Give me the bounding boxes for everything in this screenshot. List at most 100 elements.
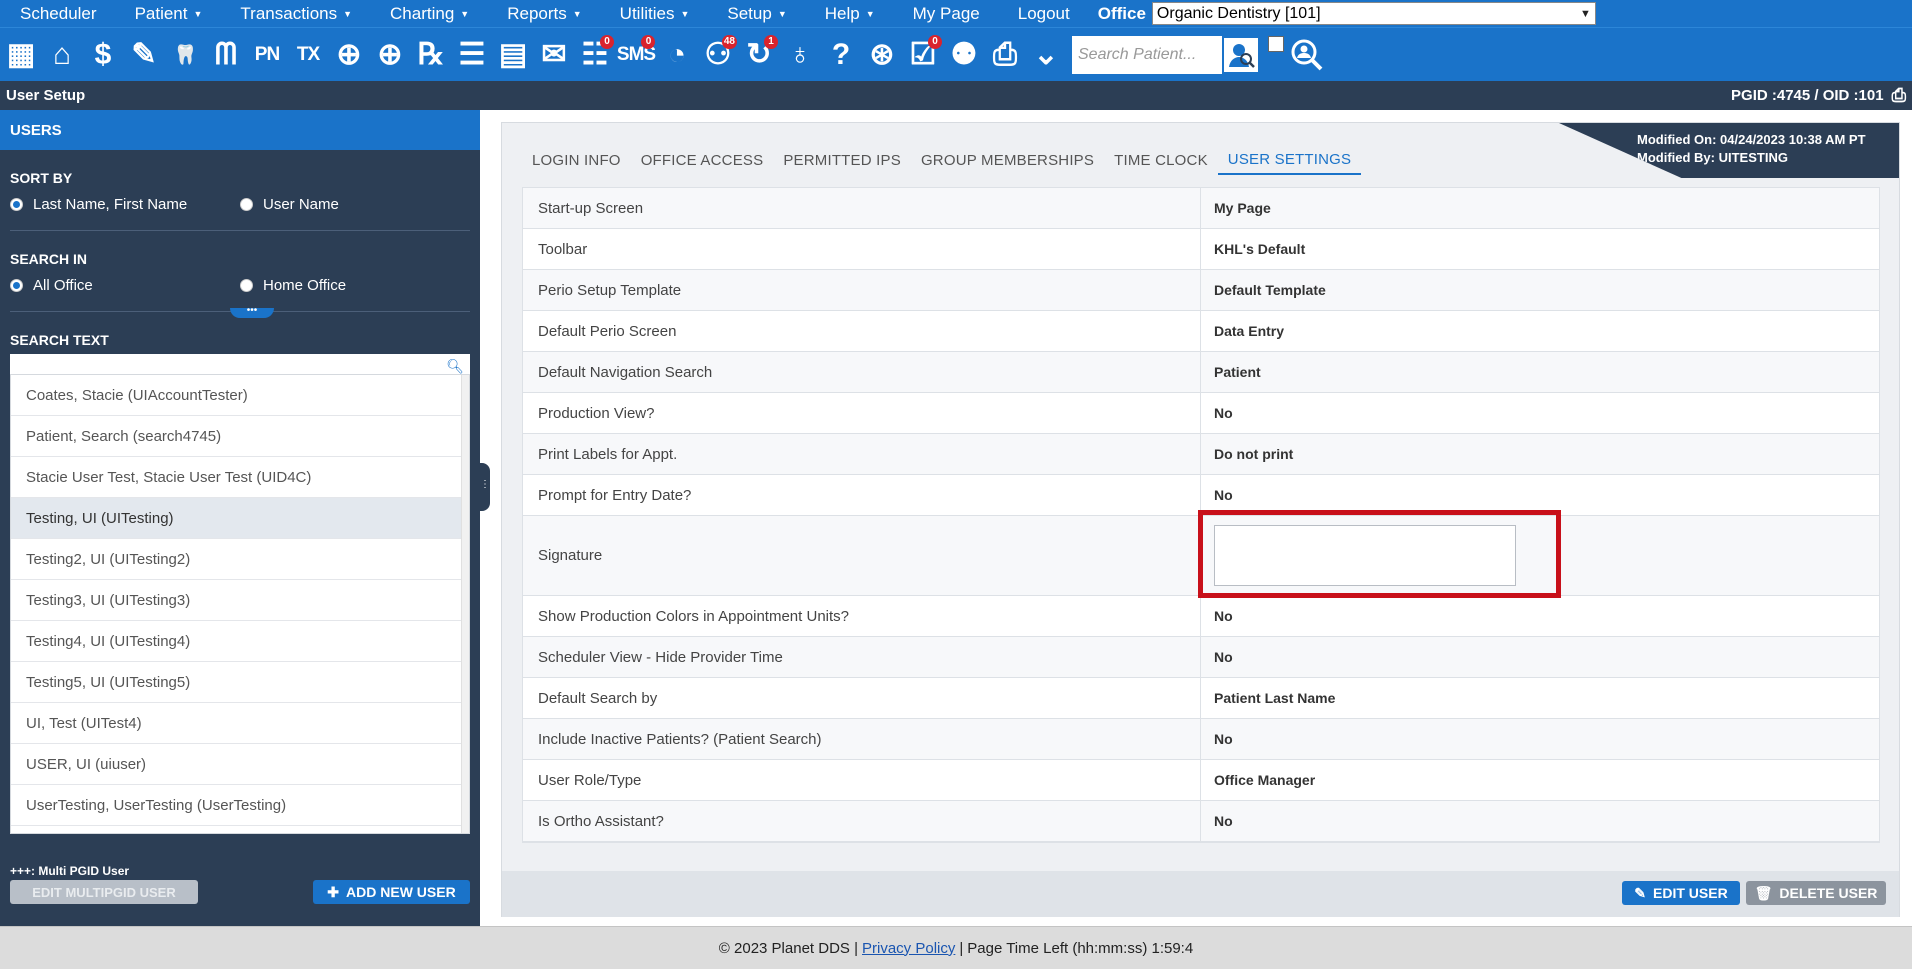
tab-group-memberships[interactable]: GROUP MEMBERSHIPS: [911, 145, 1104, 175]
user-list-item[interactable]: USER, UI (uiuser): [11, 744, 461, 785]
globe-icon[interactable]: ⊛: [863, 34, 901, 76]
tab-permitted-ips[interactable]: PERMITTED IPS: [773, 145, 911, 175]
checklist-icon[interactable]: ☑ 0: [904, 34, 942, 76]
menu-patient[interactable]: Patient ▼: [115, 4, 221, 24]
menu-setup[interactable]: Setup ▼: [707, 4, 804, 24]
search-icon[interactable]: 🔍︎: [446, 358, 464, 375]
print-icon[interactable]: ⎙: [1892, 85, 1906, 106]
toolbar-checkbox[interactable]: [1268, 36, 1284, 52]
group-icon[interactable]: ⚉: [945, 34, 983, 76]
menu-charting[interactable]: Charting ▼: [370, 4, 487, 24]
sort-option-last-name-first-name[interactable]: Last Name, First Name: [10, 196, 240, 213]
user-list-item[interactable]: UserTesting, UserTesting (UserTesting): [11, 785, 461, 826]
tooth-icon[interactable]: ♁: [781, 34, 819, 76]
user-list-item[interactable]: Testing4, UI (UITesting4): [11, 621, 461, 662]
privacy-policy-link[interactable]: Privacy Policy: [862, 940, 955, 957]
users-header: USERS: [0, 110, 480, 150]
search-patient-placeholder: Search Patient...: [1078, 45, 1197, 63]
chat-icon[interactable]: ☷ 0: [576, 34, 614, 76]
tx-icon[interactable]: TX: [289, 34, 327, 76]
menu-label: Patient: [134, 3, 188, 23]
setting-value: Office Manager: [1214, 772, 1316, 788]
sms-icon[interactable]: SMS 0: [617, 34, 656, 76]
menu-my-page[interactable]: My Page: [893, 4, 998, 24]
printer-icon[interactable]: ⎙: [986, 34, 1024, 76]
radio-button[interactable]: [240, 197, 253, 211]
setting-value: Default Template: [1214, 282, 1326, 298]
header-band: User Setup PGID :4745 / OID :101 ⎙: [0, 81, 1912, 110]
dollar-icon[interactable]: $: [84, 34, 122, 76]
tab-office-access[interactable]: OFFICE ACCESS: [631, 145, 774, 175]
search-patient-input[interactable]: Search Patient...: [1072, 35, 1222, 74]
setting-value: [1201, 516, 1879, 595]
user-list-item[interactable]: Testing5, UI (UITesting5): [11, 662, 461, 703]
search-in-option-home-office[interactable]: Home Office: [240, 277, 470, 294]
edit-multipgid-user-button[interactable]: EDIT MULTIPGID USER: [10, 880, 198, 904]
menu-transactions[interactable]: Transactions ▼: [220, 4, 370, 24]
sync-icon[interactable]: ↻ 1: [740, 34, 778, 76]
menu-logout[interactable]: Logout: [998, 4, 1088, 24]
collapse-handle[interactable]: •••: [230, 306, 274, 318]
radio-button[interactable]: [10, 197, 23, 211]
patient-search-icon[interactable]: [1222, 35, 1260, 74]
edit-user-button[interactable]: ✎ EDIT USER: [1622, 881, 1740, 905]
home-icon[interactable]: ⌂: [43, 34, 81, 76]
splitter-grip[interactable]: ⋮: [480, 463, 490, 511]
setting-value: No: [1214, 649, 1233, 665]
user-list-scrollbar[interactable]: [461, 375, 469, 833]
user-list-item[interactable]: Testing, UI (UITesting): [11, 498, 461, 539]
setting-label: Is Ortho Assistant?: [523, 801, 1201, 841]
user-list-item[interactable]: UI, Test (UITest4): [11, 703, 461, 744]
tab-user-settings[interactable]: USER SETTINGS: [1217, 145, 1362, 175]
menu-label: Utilities: [619, 3, 675, 23]
radio-button[interactable]: [10, 278, 23, 292]
rx-icon[interactable]: ℞: [412, 34, 450, 76]
advanced-search-icon[interactable]: [1288, 34, 1326, 76]
top-menu-bar: Scheduler Patient ▼ Transactions ▼ Charting ▼ R…: [0, 0, 1912, 27]
office-select[interactable]: Organic Dentistry [101] ▼: [1151, 2, 1596, 25]
setting-row-start-up-screen: Start-up Screen My Page: [523, 188, 1879, 229]
setting-label: Toolbar: [523, 229, 1201, 269]
calendar-icon[interactable]: ▦: [2, 34, 40, 76]
add-family-icon[interactable]: ⊕: [371, 34, 409, 76]
user-list-item[interactable]: Testing3, UI (UITesting3): [11, 580, 461, 621]
pn-icon[interactable]: PN: [248, 34, 286, 76]
pencil-icon[interactable]: ✎: [125, 34, 163, 76]
notes-icon[interactable]: ☰: [453, 34, 491, 76]
search-in-option-all-office[interactable]: All Office: [10, 277, 240, 294]
expand-icon[interactable]: ⌄: [1027, 34, 1065, 76]
user-list-item[interactable]: Stacie User Test, Stacie User Test (UID4…: [11, 457, 461, 498]
setting-row-is-ortho-assistant: Is Ortho Assistant? No: [523, 801, 1879, 842]
menu-scheduler[interactable]: Scheduler: [0, 4, 115, 24]
menu-reports[interactable]: Reports ▼: [487, 4, 599, 24]
user-list: Coates, Stacie (UIAccountTester) Patient,…: [10, 374, 470, 834]
document-icon[interactable]: ▤: [494, 34, 532, 76]
mail-icon[interactable]: ✉: [535, 34, 573, 76]
help-tooth-icon[interactable]: ?: [822, 34, 860, 76]
tab-time-clock[interactable]: TIME CLOCK: [1104, 145, 1218, 175]
user-list-item[interactable]: Patient, Search (search4745): [11, 416, 461, 457]
recall-icon[interactable]: ⚇ 48: [699, 34, 737, 76]
tab-login-info[interactable]: LOGIN INFO: [522, 145, 631, 175]
setting-row-default-perio-screen: Default Perio Screen Data Entry: [523, 311, 1879, 352]
delete-user-button[interactable]: 🗑︎ DELETE USER: [1746, 881, 1886, 905]
user-list-item[interactable]: Coates, Stacie (UIAccountTester): [11, 375, 461, 416]
setting-label: Default Search by: [523, 678, 1201, 718]
tooth-chart-icon[interactable]: 🦷: [166, 34, 204, 76]
user-list-item[interactable]: Testing2, UI (UITesting2): [11, 539, 461, 580]
pencil-icon: ✎: [1634, 884, 1647, 901]
signature-box[interactable]: [1214, 525, 1516, 586]
clock-icon[interactable]: ◔: [658, 34, 696, 76]
menu-help[interactable]: Help ▼: [805, 4, 893, 24]
tooth-perio-icon[interactable]: ᗰ: [207, 34, 245, 76]
chevron-down-icon[interactable]: ▼: [1580, 8, 1591, 20]
sort-option-user-name[interactable]: User Name: [240, 196, 470, 213]
caret-down-icon: ▼: [777, 8, 787, 19]
menu-label: Transactions: [240, 3, 338, 23]
add-patient-icon[interactable]: ⊕: [330, 34, 368, 76]
setting-row-toolbar: Toolbar KHL's Default: [523, 229, 1879, 270]
radio-label: All Office: [33, 276, 93, 294]
add-new-user-button[interactable]: ✚ ADD NEW USER: [313, 880, 470, 904]
menu-utilities[interactable]: Utilities ▼: [600, 4, 708, 24]
radio-button[interactable]: [240, 278, 253, 292]
